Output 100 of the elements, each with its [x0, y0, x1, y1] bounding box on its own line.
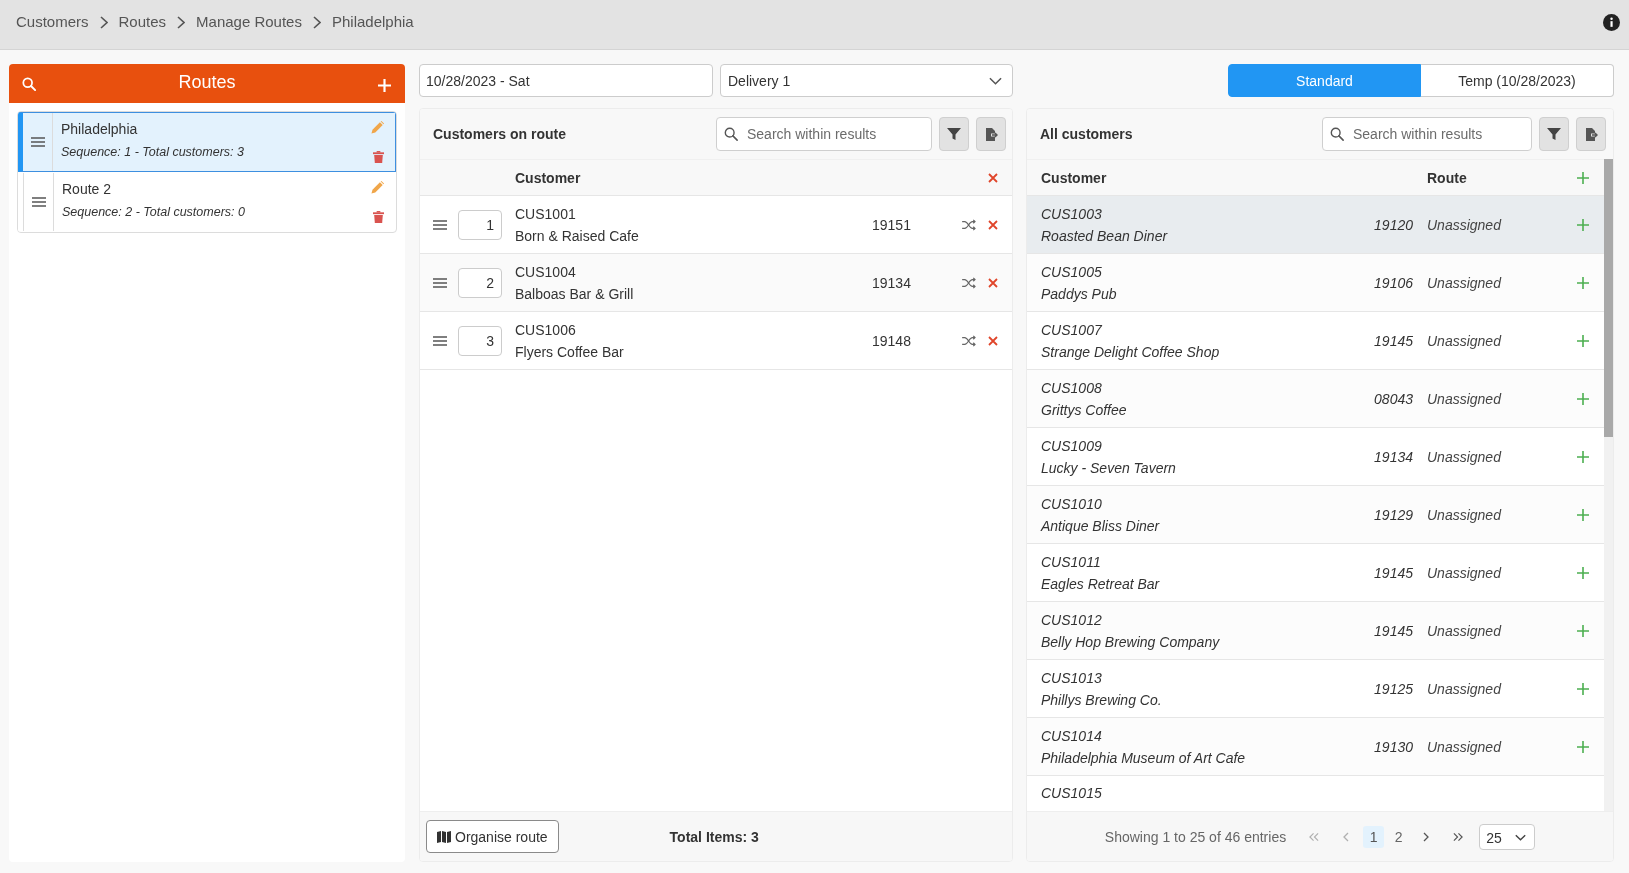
customer-code: CUS1009	[1041, 436, 1102, 456]
drag-handle-icon[interactable]	[30, 137, 45, 147]
customer-name: Antique Bliss Diner	[1041, 516, 1160, 536]
chevron-right-icon[interactable]	[1423, 831, 1430, 842]
route-name: Route 2	[62, 180, 112, 198]
shuffle-icon[interactable]	[962, 218, 976, 231]
organise-route-button[interactable]: Organise route	[426, 820, 559, 853]
plus-icon[interactable]	[1577, 171, 1589, 184]
breadcrumb-current: Philadelphia	[331, 13, 414, 31]
table-cell-text: 19145	[1373, 564, 1413, 581]
route-cell-text: Unassigned	[1427, 622, 1503, 639]
customer-code: CUS1005	[1041, 262, 1102, 282]
route-cell-text: Unassigned	[1427, 390, 1503, 407]
page-button[interactable]: 2	[1388, 825, 1410, 848]
drag-handle-icon[interactable]	[433, 335, 447, 346]
customer-name: Lucky - Seven Tavern	[1041, 458, 1176, 478]
filter-button[interactable]	[1539, 117, 1569, 151]
sequence-field[interactable]: 1	[458, 209, 502, 240]
route-item[interactable]: Philadelphia Sequence: 1 - Total customers: 3	[18, 112, 396, 172]
breadcrumb-link[interactable]: Routes	[118, 13, 167, 31]
export-icon	[984, 127, 998, 141]
search-field[interactable]: Search within results	[716, 117, 932, 151]
plus-icon[interactable]	[1577, 682, 1589, 695]
customer-code: CUS1003	[1041, 204, 1102, 224]
double-chevron-right-icon[interactable]	[1453, 831, 1464, 842]
table-cell-text: 19145	[1373, 332, 1413, 349]
search-field[interactable]: Search within results	[1322, 117, 1532, 151]
route-details: Sequence: 2 - Total customers: 0	[62, 204, 245, 221]
table-cell-text: 19130	[1373, 738, 1413, 755]
column-header: Customer	[515, 169, 581, 186]
table-cell-text: 19148	[872, 332, 912, 349]
customer-code: CUS1007	[1041, 320, 1102, 340]
column-header: Customer	[1041, 169, 1108, 186]
export-button[interactable]	[976, 117, 1006, 151]
sequence-field[interactable]: 2	[458, 267, 502, 298]
plus-icon[interactable]	[1577, 218, 1589, 231]
plus-icon[interactable]	[1577, 392, 1589, 405]
search-icon[interactable]	[22, 76, 36, 91]
route-cell-text: Unassigned	[1427, 274, 1503, 291]
export-button[interactable]	[1576, 117, 1606, 151]
plus-icon[interactable]	[1577, 508, 1589, 521]
customer-code: CUS1013	[1041, 668, 1102, 688]
drag-handle-icon[interactable]	[31, 197, 46, 207]
customer-name: Strange Delight Coffee Shop	[1041, 342, 1220, 362]
table-cell-text: 19151	[872, 216, 912, 233]
shuffle-icon[interactable]	[962, 276, 976, 289]
route-cell-text: Unassigned	[1427, 564, 1503, 581]
route-item[interactable]: Route 2 Sequence: 2 - Total customers: 0	[18, 172, 396, 232]
info-icon[interactable]	[1603, 13, 1620, 31]
filter-icon	[947, 128, 961, 140]
table-cell-text: 19106	[1373, 274, 1413, 291]
breadcrumb-link[interactable]: Customers	[16, 13, 89, 31]
customer-code: CUS1014	[1041, 726, 1102, 746]
plus-icon[interactable]	[1577, 624, 1589, 637]
delivery-select[interactable]: Delivery 1	[720, 64, 1013, 97]
customer-code: CUS1011	[1041, 552, 1101, 572]
customer-code: CUS1001	[515, 204, 576, 224]
search-icon	[724, 127, 738, 141]
page-size-select[interactable]: 25	[1479, 823, 1536, 850]
breadcrumb-link[interactable]: Manage Routes	[196, 13, 302, 31]
panel-title: All customers	[1040, 126, 1134, 142]
panel-title: Customers on route	[433, 126, 567, 142]
plus-icon[interactable]	[1577, 276, 1589, 289]
toggle-button[interactable]: Temp (10/28/2023)	[1421, 64, 1614, 97]
customer-name: Balboas Bar & Grill	[515, 284, 634, 304]
export-icon	[1584, 127, 1598, 141]
plus-icon[interactable]	[1577, 334, 1589, 347]
plus-icon[interactable]	[1577, 566, 1589, 579]
cross-icon[interactable]	[988, 277, 998, 288]
customer-name: Roasted Bean Diner	[1041, 226, 1168, 246]
date-field[interactable]: 10/28/2023 - Sat	[419, 64, 713, 97]
customer-code: CUS1012	[1041, 610, 1102, 630]
customer-name: Eagles Retreat Bar	[1041, 574, 1160, 594]
trash-icon[interactable]	[373, 211, 384, 223]
customer-name: Paddys Pub	[1041, 284, 1117, 304]
filter-button[interactable]	[939, 117, 969, 151]
shuffle-icon[interactable]	[962, 334, 976, 347]
route-cell-text: Unassigned	[1427, 448, 1503, 465]
customer-code: CUS1008	[1041, 378, 1102, 398]
routes-title: Routes	[178, 70, 236, 93]
customer-name: Grittys Coffee	[1041, 400, 1127, 420]
scrollbar-thumb[interactable]	[1604, 159, 1613, 437]
cross-icon[interactable]	[988, 172, 998, 183]
search-icon	[1330, 127, 1344, 141]
page-button[interactable]: 1	[1363, 825, 1385, 848]
customer-name: Born & Raised Cafe	[515, 226, 639, 246]
cross-icon[interactable]	[988, 335, 998, 346]
trash-icon[interactable]	[373, 151, 384, 163]
route-cell-text: Unassigned	[1427, 680, 1503, 697]
cross-icon[interactable]	[988, 219, 998, 230]
route-cell-text: Unassigned	[1427, 738, 1503, 755]
customer-code: CUS1015	[1041, 784, 1102, 803]
drag-handle-icon[interactable]	[433, 219, 447, 230]
sequence-field[interactable]: 3	[458, 325, 502, 356]
pencil-icon[interactable]	[371, 181, 384, 194]
plus-icon[interactable]	[1577, 740, 1589, 753]
drag-handle-icon[interactable]	[433, 277, 447, 288]
column-header: Route	[1427, 169, 1468, 186]
table-cell-text: 19125	[1373, 680, 1413, 697]
plus-icon[interactable]	[1577, 450, 1589, 463]
